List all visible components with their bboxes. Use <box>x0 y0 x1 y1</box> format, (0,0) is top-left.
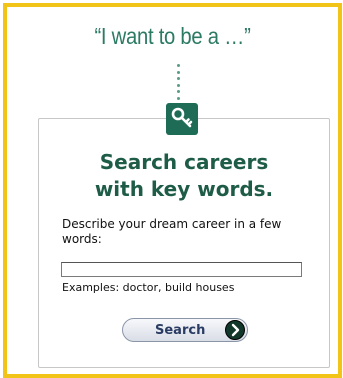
headline-line-2: with key words. <box>94 177 274 201</box>
key-icon <box>166 103 198 135</box>
search-button[interactable]: Search <box>122 318 248 342</box>
examples-hint: Examples: doctor, build houses <box>62 281 235 294</box>
page-frame: “I want to be a …” Search careers with k… <box>3 3 342 378</box>
search-prompt: Describe your dream career in a few word… <box>62 217 282 246</box>
tagline: “I want to be a …” <box>94 23 251 49</box>
search-button-label: Search <box>155 323 206 338</box>
search-panel: Search careers with key words. Describe … <box>38 118 330 368</box>
search-headline: Search careers with key words. <box>39 149 329 203</box>
keyword-input[interactable] <box>61 262 302 277</box>
headline-line-1: Search careers <box>99 150 269 174</box>
arrow-right-icon <box>225 320 245 340</box>
dotted-connector <box>177 64 180 100</box>
